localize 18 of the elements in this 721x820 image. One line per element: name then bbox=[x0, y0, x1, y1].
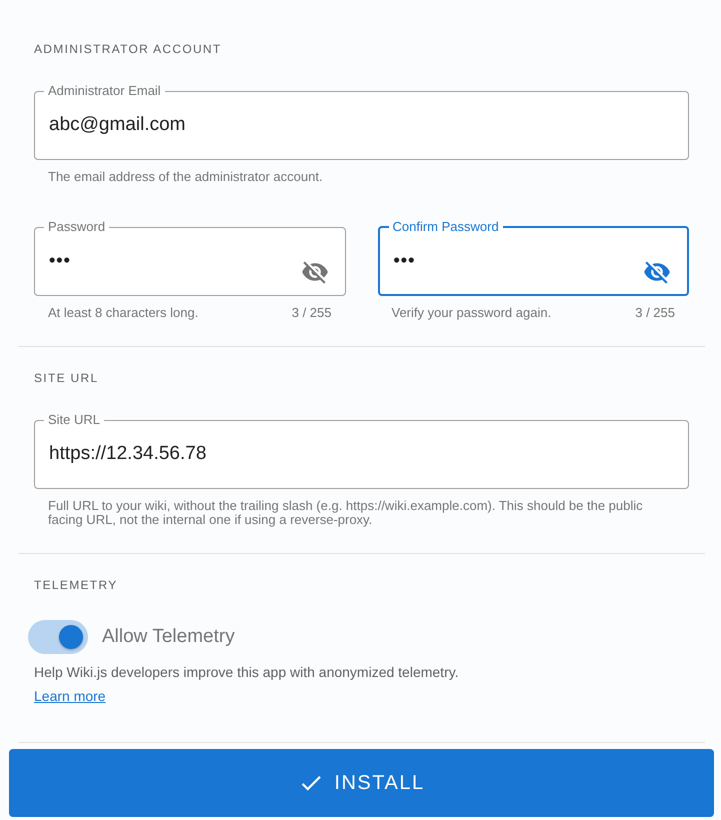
toggle-switch[interactable] bbox=[28, 620, 88, 654]
switch-label: Allow Telemetry bbox=[102, 626, 235, 648]
url-field[interactable]: Site URL https://12.34.56.78 bbox=[34, 413, 689, 489]
email-field[interactable]: Administrator Email abc@gmail.com bbox=[34, 84, 689, 160]
learn-more-link[interactable]: Learn more bbox=[34, 688, 106, 704]
field-hint: Full URL to your wiki, without the trailing slash (e.g. https://wiki.example.com). This should be the public facing URL, not the internal one if using a reverse-proxy. bbox=[48, 498, 643, 527]
field-hint: Verify your password again. bbox=[392, 306, 552, 320]
install-button[interactable]: INSTALL bbox=[9, 749, 714, 817]
help-text: Help Wiki.js developers improve this app with anonymized telemetry. bbox=[34, 664, 460, 680]
password-field[interactable]: Confirm Password ••• bbox=[378, 220, 689, 296]
section-heading: TELEMETRY bbox=[34, 578, 118, 592]
password-field[interactable]: Password ••• bbox=[34, 220, 346, 296]
character-counter: 3 / 255 bbox=[292, 306, 332, 320]
field-hint: At least 8 characters long. bbox=[48, 306, 198, 320]
section-heading: ADMINISTRATOR ACCOUNT bbox=[34, 42, 223, 56]
section-heading: SITE URL bbox=[34, 371, 100, 385]
character-counter: 3 / 255 bbox=[635, 306, 675, 320]
field-hint: The email address of the administrator account. bbox=[48, 169, 323, 184]
